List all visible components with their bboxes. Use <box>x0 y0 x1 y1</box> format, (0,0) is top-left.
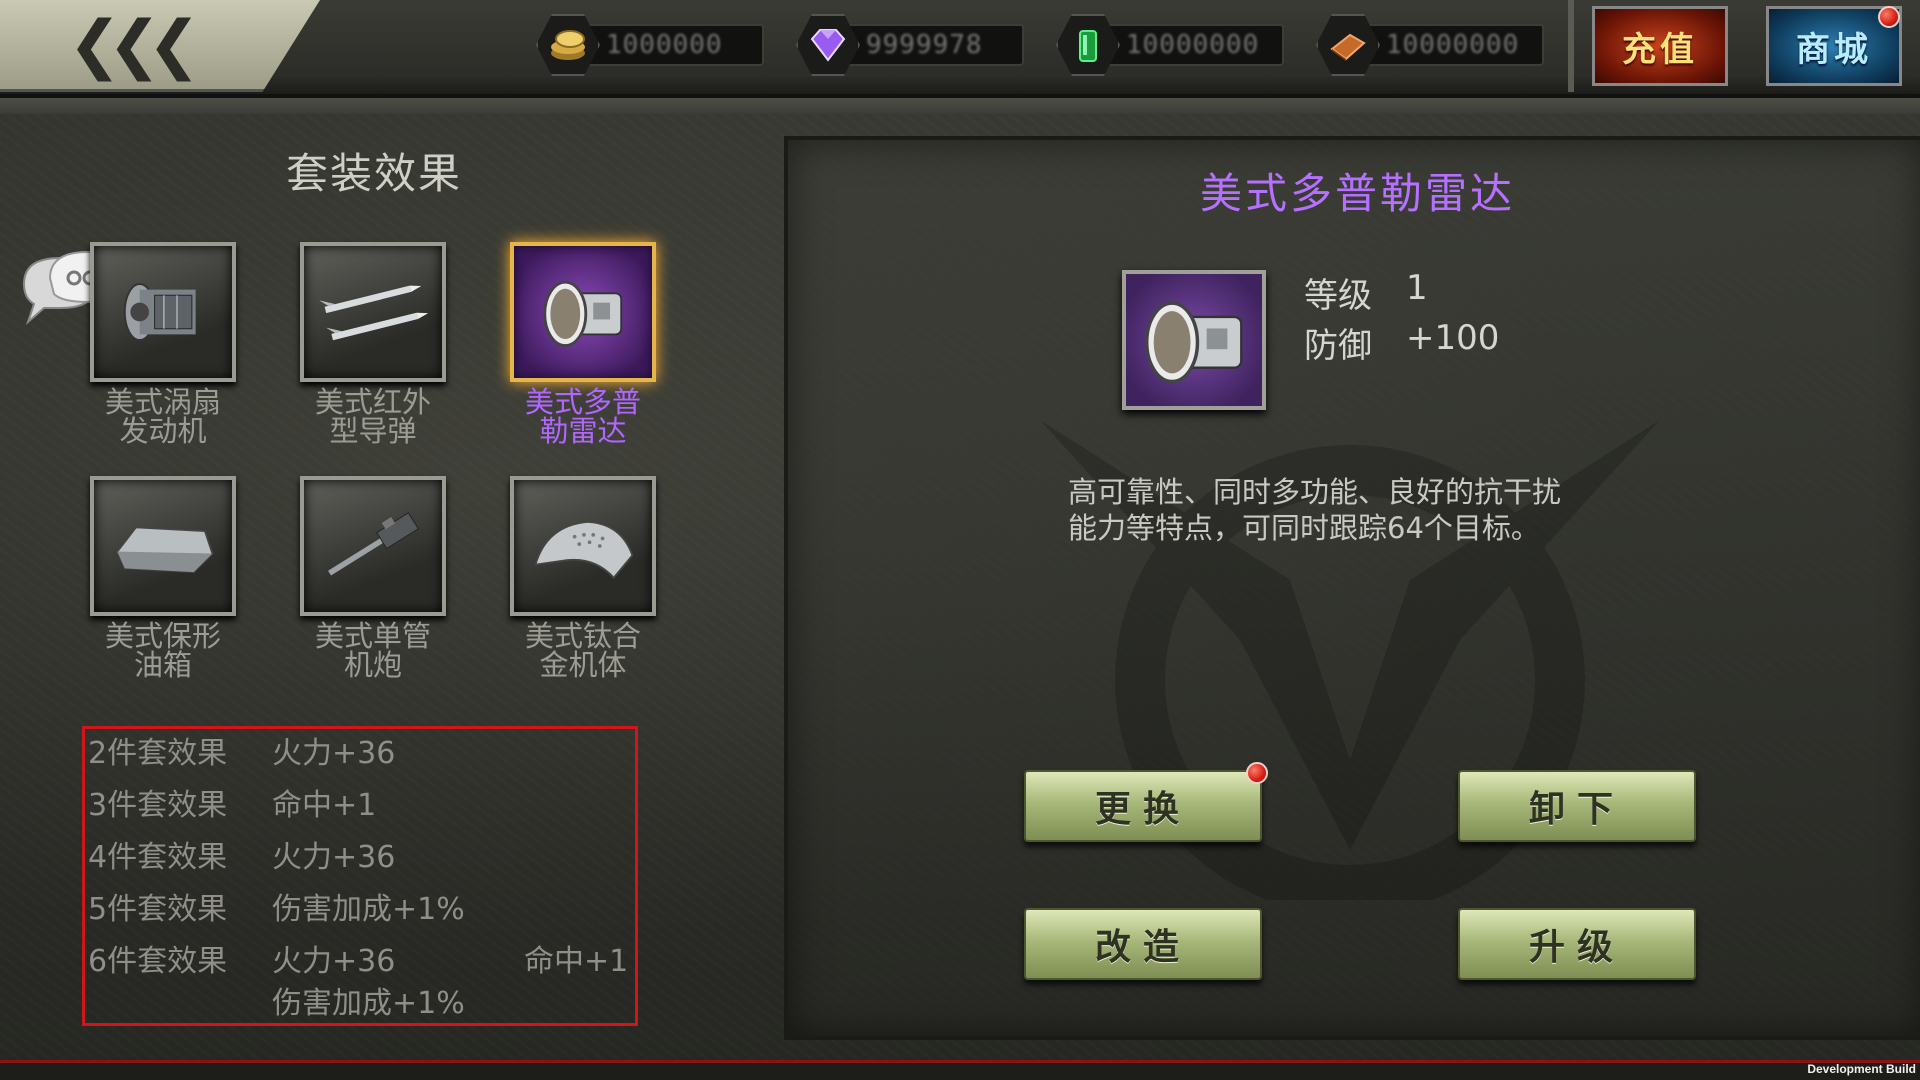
item-detail-title: 美式多普勒雷达 <box>1200 169 1516 218</box>
effect-label: 5件套效果 <box>88 892 228 927</box>
resource-fuel: 10000000 <box>1056 14 1288 76</box>
radar-icon <box>1145 301 1243 384</box>
effect-value: 命中+1 <box>272 788 377 823</box>
resource-value: 9999978 <box>866 30 983 60</box>
recharge-button[interactable]: 充值 <box>1592 6 1728 86</box>
set-item-titanium-airframe[interactable] <box>510 476 656 616</box>
set-item-name: 美式红外 型导弹 <box>273 388 473 446</box>
back-button[interactable]: ❮❮❮ <box>0 0 320 92</box>
airframe-icon <box>528 494 638 598</box>
resource-gold: 1000000 <box>536 14 768 76</box>
set-item-name-selected: 美式多普 勒雷达 <box>483 388 683 446</box>
item-detail-icon-frame <box>1122 270 1266 410</box>
triple-chevron-left-icon: ❮❮❮ <box>68 8 201 82</box>
item-name-line: 金机体 <box>539 648 627 682</box>
effect-label: 3件套效果 <box>88 788 228 823</box>
cannon-icon <box>318 494 428 598</box>
set-item-single-barrel-cannon[interactable] <box>300 476 446 616</box>
gold-coin-icon <box>548 26 588 64</box>
unequip-button[interactable]: 卸下 <box>1458 770 1696 842</box>
set-item-name: 美式钛合 金机体 <box>483 622 683 680</box>
set-effect-title: 套装效果 <box>286 149 463 198</box>
missile-icon <box>318 260 428 364</box>
effect-value: 命中+1 <box>524 944 629 979</box>
replace-notification-dot <box>1246 762 1268 784</box>
description-line: 能力等特点，可同时跟踪64个目标。 <box>1068 511 1540 545</box>
item-name-line: 勒雷达 <box>539 414 627 448</box>
effect-value: 火力+36 <box>272 944 396 979</box>
effect-label: 6件套效果 <box>88 944 228 979</box>
top-bar: ❮❮❮ 1000000 9999978 10000000 10000000 充值… <box>0 0 1920 114</box>
set-item-infrared-missile[interactable] <box>300 242 446 382</box>
set-item-name: 美式保形 油箱 <box>63 622 263 680</box>
shop-notification-dot <box>1878 6 1900 28</box>
description-line: 高可靠性、同时多功能、良好的抗干扰 <box>1068 475 1562 509</box>
modify-button[interactable]: 改造 <box>1024 908 1262 980</box>
defense-label: 防御 <box>1304 326 1372 366</box>
item-description: 高可靠性、同时多功能、良好的抗干扰 能力等特点，可同时跟踪64个目标。 <box>1068 474 1628 546</box>
level-value: 1 <box>1406 268 1428 308</box>
resource-value: 1000000 <box>606 30 723 60</box>
turbofan-engine-icon <box>108 260 218 364</box>
set-item-name: 美式涡扇 发动机 <box>63 388 263 446</box>
set-item-conformal-fuel-tank[interactable] <box>90 476 236 616</box>
item-name-line: 机炮 <box>343 648 402 682</box>
green-fuel-icon <box>1068 26 1108 64</box>
set-item-doppler-radar-selected[interactable] <box>510 242 656 382</box>
dev-build-label: Development Build <box>1807 1062 1916 1076</box>
effect-label: 4件套效果 <box>88 840 228 875</box>
item-name-line: 发动机 <box>119 414 207 448</box>
defense-value: +100 <box>1406 318 1500 358</box>
purple-diamond-icon <box>808 26 848 64</box>
topbar-divider <box>1568 0 1574 92</box>
level-label: 等级 <box>1304 276 1372 316</box>
item-name-line: 型导弹 <box>329 414 417 448</box>
radar-icon <box>528 260 638 364</box>
effect-value: 火力+36 <box>272 840 396 875</box>
resource-diamond: 9999978 <box>796 14 1028 76</box>
fuel-tank-icon <box>108 494 218 598</box>
effect-label: 2件套效果 <box>88 736 228 771</box>
set-item-turbofan-engine[interactable] <box>90 242 236 382</box>
upgrade-button[interactable]: 升级 <box>1458 908 1696 980</box>
shop-button-label: 商城 <box>1796 29 1872 70</box>
effect-value: 伤害加成+1% <box>272 986 465 1021</box>
bottom-bar <box>0 1060 1920 1080</box>
replace-button[interactable]: 更换 <box>1024 770 1262 842</box>
set-item-name: 美式单管 机炮 <box>273 622 473 680</box>
effect-value: 火力+36 <box>272 736 396 771</box>
bronze-ingot-icon <box>1328 26 1368 64</box>
item-name-line: 油箱 <box>133 648 192 682</box>
resource-value: 10000000 <box>1126 30 1260 60</box>
resource-value: 10000000 <box>1386 30 1520 60</box>
resource-ingot: 10000000 <box>1316 14 1548 76</box>
effect-value: 伤害加成+1% <box>272 892 465 927</box>
